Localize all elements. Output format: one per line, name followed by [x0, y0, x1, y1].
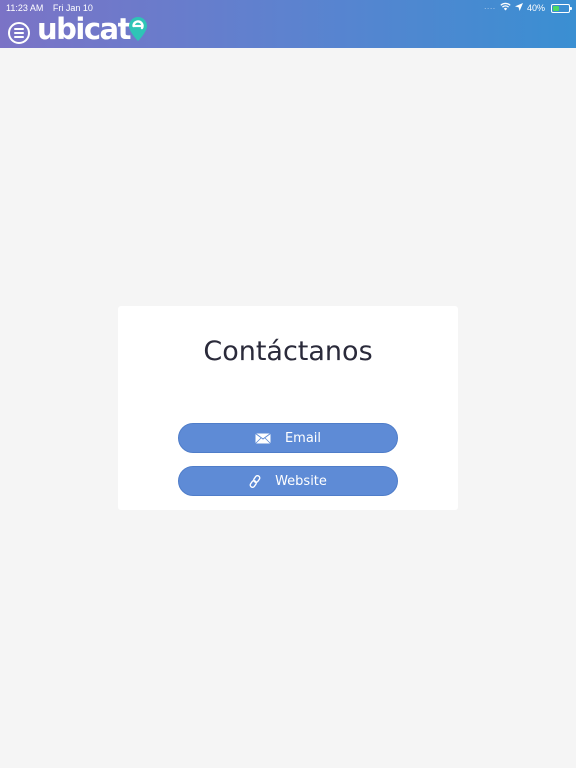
logo-text: ubicat	[37, 12, 131, 46]
website-button-label: Website	[275, 473, 327, 489]
app-logo: ubicat	[37, 13, 147, 45]
menu-icon-bar	[14, 32, 24, 34]
status-right: .... 40%	[484, 0, 572, 16]
menu-button[interactable]	[8, 22, 30, 44]
battery-level	[553, 5, 559, 11]
wifi-icon	[500, 0, 511, 16]
menu-icon-bar	[14, 28, 24, 30]
battery-percent: 40%	[526, 3, 545, 13]
battery-icon	[551, 3, 572, 13]
app-header: 11:23 AM Fri Jan 10 .... 40% ubicat	[0, 0, 576, 48]
email-button[interactable]: Email	[178, 423, 398, 453]
envelope-icon	[255, 432, 271, 444]
signal-dots-icon: ....	[484, 4, 496, 11]
menu-icon-bar	[14, 36, 24, 38]
link-icon	[249, 474, 261, 488]
card-title: Contáctanos	[203, 336, 373, 367]
website-button[interactable]: Website	[178, 466, 398, 496]
email-button-label: Email	[284, 430, 322, 446]
location-pin-icon	[128, 17, 147, 45]
contact-card: Contáctanos Email Website	[118, 306, 458, 510]
location-arrow-icon	[514, 0, 523, 16]
